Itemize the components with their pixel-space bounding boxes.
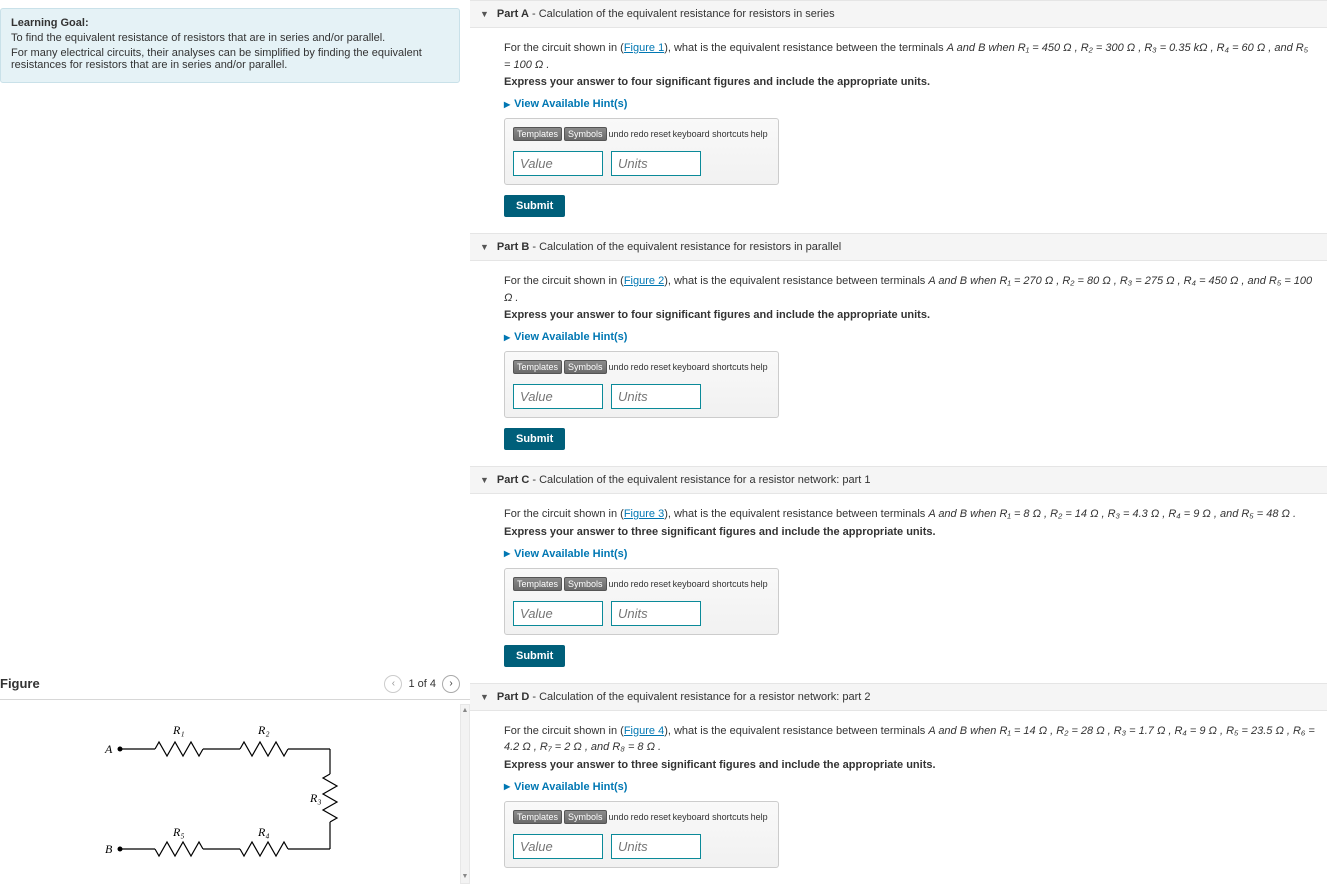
part-c-units-input[interactable] [611,601,701,626]
templates-button[interactable]: Templates [513,360,562,374]
caret-right-icon: ▶ [504,549,510,558]
part-b-question: For the circuit shown in (Figure 2), wha… [504,273,1317,306]
learning-goal-line1: To find the equivalent resistance of res… [11,32,449,44]
part-b-units-input[interactable] [611,384,701,409]
undo-button[interactable]: undo [609,129,629,139]
help-button[interactable]: help [751,362,768,372]
part-d-label: Part D [497,691,529,703]
undo-button[interactable]: undo [609,362,629,372]
part-d-desc: - Calculation of the equivalent resistan… [529,691,870,703]
templates-button[interactable]: Templates [513,577,562,591]
help-button[interactable]: help [751,129,768,139]
undo-button[interactable]: undo [609,812,629,822]
terminal-B-label: B [105,842,113,856]
part-a-question: For the circuit shown in (Figure 1), wha… [504,40,1317,73]
caret-down-icon: ▼ [480,692,489,702]
part-a-answer-box: Templates Symbols undo redo reset keyboa… [504,118,779,185]
figure-panel: Figure ‹ 1 of 4 › [0,669,470,884]
part-d-express: Express your answer to three significant… [504,759,1317,771]
scroll-up-icon: ▲ [461,705,469,717]
caret-down-icon: ▼ [480,9,489,19]
reset-button[interactable]: reset [651,129,671,139]
part-c-submit-button[interactable]: Submit [504,645,565,667]
reset-button[interactable]: reset [651,579,671,589]
learning-goal-line2: For many electrical circuits, their anal… [11,47,449,71]
symbols-button[interactable]: Symbols [564,577,607,591]
scroll-down-icon: ▼ [461,871,469,883]
part-c-desc: - Calculation of the equivalent resistan… [529,474,870,486]
part-d-hints-link[interactable]: ▶View Available Hint(s) [504,781,1317,793]
figure-3-link[interactable]: Figure 3 [624,508,664,520]
figure-scrollbar[interactable]: ▲ ▼ [460,704,470,884]
part-a-units-input[interactable] [611,151,701,176]
redo-button[interactable]: redo [631,362,649,372]
part-a-desc: - Calculation of the equivalent resistan… [529,8,835,20]
caret-down-icon: ▼ [480,475,489,485]
symbols-button[interactable]: Symbols [564,360,607,374]
figure-prev-button[interactable]: ‹ [384,675,402,693]
figure-page-indicator: 1 of 4 [408,678,436,690]
figure-2-link[interactable]: Figure 2 [624,275,664,287]
caret-right-icon: ▶ [504,782,510,791]
help-button[interactable]: help [751,812,768,822]
resistor-R5-label: R₅ [172,825,185,839]
symbols-button[interactable]: Symbols [564,810,607,824]
part-c-label: Part C [497,474,529,486]
caret-down-icon: ▼ [480,242,489,252]
terminal-A-label: A [104,742,113,756]
part-b-submit-button[interactable]: Submit [504,428,565,450]
part-c-header[interactable]: ▼ Part C - Calculation of the equivalent… [470,466,1327,494]
keyboard-shortcuts-button[interactable]: keyboard shortcuts [673,579,749,589]
part-c-question: For the circuit shown in (Figure 3), wha… [504,506,1317,523]
part-b-answer-box: Templates Symbols undo redo reset keyboa… [504,351,779,418]
part-b-desc: - Calculation of the equivalent resistan… [529,241,841,253]
keyboard-shortcuts-button[interactable]: keyboard shortcuts [673,812,749,822]
templates-button[interactable]: Templates [513,810,562,824]
part-d-answer-box: Templates Symbols undo redo reset keyboa… [504,801,779,868]
figure-1-link[interactable]: Figure 1 [624,42,664,54]
part-b-header[interactable]: ▼ Part B - Calculation of the equivalent… [470,233,1327,261]
redo-button[interactable]: redo [631,579,649,589]
resistor-R1-label: R₁ [172,723,185,737]
part-d-units-input[interactable] [611,834,701,859]
learning-goal-box: Learning Goal: To find the equivalent re… [0,8,460,83]
reset-button[interactable]: reset [651,362,671,372]
keyboard-shortcuts-button[interactable]: keyboard shortcuts [673,362,749,372]
undo-button[interactable]: undo [609,579,629,589]
part-b-express: Express your answer to four significant … [504,309,1317,321]
part-d-value-input[interactable] [513,834,603,859]
part-a-submit-button[interactable]: Submit [504,195,565,217]
keyboard-shortcuts-button[interactable]: keyboard shortcuts [673,129,749,139]
part-a-value-input[interactable] [513,151,603,176]
part-d-header[interactable]: ▼ Part D - Calculation of the equivalent… [470,683,1327,711]
part-a-label: Part A [497,8,529,20]
circuit-diagram: A B R₁ R₂ R₃ R₄ R₅ [75,704,395,874]
part-c-hints-link[interactable]: ▶View Available Hint(s) [504,548,1317,560]
resistor-R4-label: R₄ [257,825,270,839]
figure-title: Figure [0,676,40,691]
resistor-R2-label: R₂ [257,723,270,737]
part-a-express: Express your answer to four significant … [504,76,1317,88]
help-button[interactable]: help [751,579,768,589]
templates-button[interactable]: Templates [513,127,562,141]
part-b-hints-link[interactable]: ▶View Available Hint(s) [504,331,1317,343]
part-b-label: Part B [497,241,529,253]
redo-button[interactable]: redo [631,812,649,822]
reset-button[interactable]: reset [651,812,671,822]
part-a-hints-link[interactable]: ▶View Available Hint(s) [504,98,1317,110]
part-b-value-input[interactable] [513,384,603,409]
part-c-value-input[interactable] [513,601,603,626]
part-d-question: For the circuit shown in (Figure 4), wha… [504,723,1317,756]
part-a-header[interactable]: ▼ Part A - Calculation of the equivalent… [470,0,1327,28]
redo-button[interactable]: redo [631,129,649,139]
caret-right-icon: ▶ [504,100,510,109]
caret-right-icon: ▶ [504,333,510,342]
figure-next-button[interactable]: › [442,675,460,693]
learning-goal-title: Learning Goal: [11,17,449,29]
part-c-answer-box: Templates Symbols undo redo reset keyboa… [504,568,779,635]
part-c-express: Express your answer to three significant… [504,526,1317,538]
symbols-button[interactable]: Symbols [564,127,607,141]
figure-4-link[interactable]: Figure 4 [624,725,664,737]
resistor-R3-label: R₃ [309,791,322,805]
